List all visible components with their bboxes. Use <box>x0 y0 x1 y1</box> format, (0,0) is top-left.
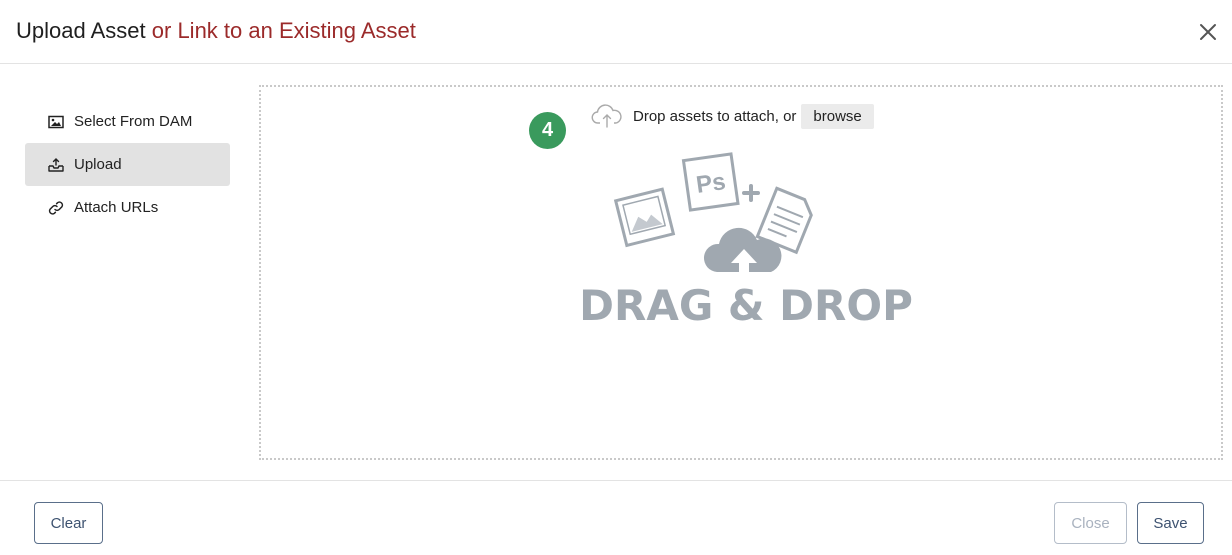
title-link-text: or Link to an Existing Asset <box>151 18 416 43</box>
browse-button[interactable]: browse <box>801 103 874 129</box>
clear-button[interactable]: Clear <box>34 502 103 544</box>
link-icon <box>47 199 65 217</box>
close-icon[interactable] <box>1196 20 1220 44</box>
drop-prompt-text: Drop assets to attach, or <box>633 107 797 125</box>
drop-zone[interactable]: 4 Drop assets to attach, or browse Ps DR… <box>259 85 1223 460</box>
upload-tray-icon <box>47 156 65 174</box>
photoshop-file-icon: Ps <box>681 152 740 212</box>
dialog-header: Upload Asset or Link to an Existing Asse… <box>0 0 1232 64</box>
sidebar-item-upload[interactable]: Upload <box>25 143 230 186</box>
save-button[interactable]: Save <box>1137 502 1204 544</box>
dialog-footer: Clear Close Save <box>0 480 1232 555</box>
drag-drop-text: DRAG & DROP <box>579 281 913 329</box>
title-main: Upload Asset <box>16 18 146 43</box>
photo-file-icon <box>613 187 676 248</box>
close-button[interactable]: Close <box>1054 502 1127 544</box>
cloud-upload-icon <box>591 103 623 129</box>
plus-mark <box>742 184 760 202</box>
sidebar: Select From DAM Upload Attach URLs <box>25 100 230 229</box>
sidebar-item-label: Upload <box>74 156 122 173</box>
image-icon <box>47 113 65 131</box>
drag-and-drop-illustration: Ps DRAG & DROP <box>579 152 913 329</box>
dialog-title: Upload Asset or Link to an Existing Asse… <box>16 17 416 45</box>
drop-prompt-row: Drop assets to attach, or browse <box>591 103 874 129</box>
sidebar-item-select-from-dam[interactable]: Select From DAM <box>25 100 230 143</box>
sidebar-item-attach-urls[interactable]: Attach URLs <box>25 186 230 229</box>
sidebar-item-label: Attach URLs <box>74 199 159 216</box>
svg-text:Ps: Ps <box>695 168 728 199</box>
sidebar-item-label: Select From DAM <box>74 113 193 130</box>
step-badge: 4 <box>529 112 566 149</box>
